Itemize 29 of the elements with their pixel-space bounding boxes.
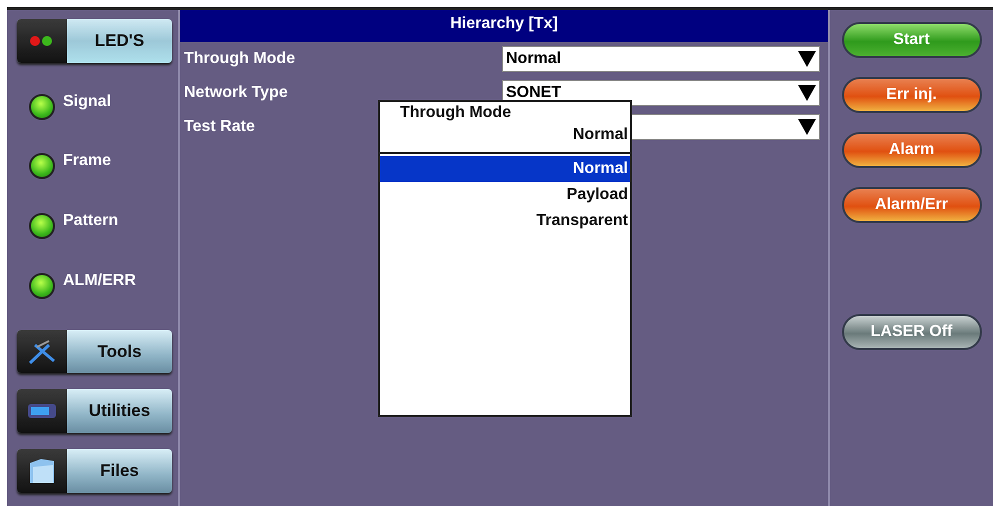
- dropdown-arrow-icon: [798, 119, 816, 135]
- dropdown-field[interactable]: SONET: [502, 80, 820, 106]
- dropdown-option[interactable]: Payload: [380, 182, 630, 208]
- device-icon: [27, 402, 57, 420]
- popup-title: Through Mode: [400, 104, 512, 122]
- dropdown-field[interactable]: Normal: [502, 46, 820, 72]
- nav-button[interactable]: Tools: [17, 330, 172, 374]
- action-button[interactable]: Err inj.: [842, 77, 982, 113]
- nav-button[interactable]: Utilities: [17, 389, 172, 434]
- dropdown-option[interactable]: Normal: [380, 156, 630, 182]
- led-label: Pattern: [63, 212, 118, 230]
- action-button[interactable]: LASER Off: [842, 314, 982, 350]
- action-button[interactable]: Alarm: [842, 132, 982, 168]
- field-label: Through Mode: [184, 50, 296, 68]
- dropdown-arrow-icon: [798, 51, 816, 67]
- nav-button[interactable]: Files: [17, 449, 172, 493]
- field-label: Network Type: [184, 84, 288, 102]
- leds-button[interactable]: LED'S: [17, 19, 172, 63]
- folder-icon: [27, 457, 57, 486]
- action-button[interactable]: Alarm/Err: [842, 187, 982, 223]
- panel-title: Hierarchy [Tx]: [180, 10, 828, 42]
- led-label: Signal: [63, 92, 112, 111]
- led-label: Frame: [63, 152, 112, 170]
- dropdown-arrow-icon: [798, 85, 816, 101]
- popup-current-value: Normal: [572, 126, 628, 144]
- tools-icon: [27, 338, 57, 364]
- field-label: Test Rate: [184, 118, 255, 136]
- dropdown-option[interactable]: Transparent: [380, 208, 630, 234]
- led-label: ALM/ERR: [63, 272, 136, 290]
